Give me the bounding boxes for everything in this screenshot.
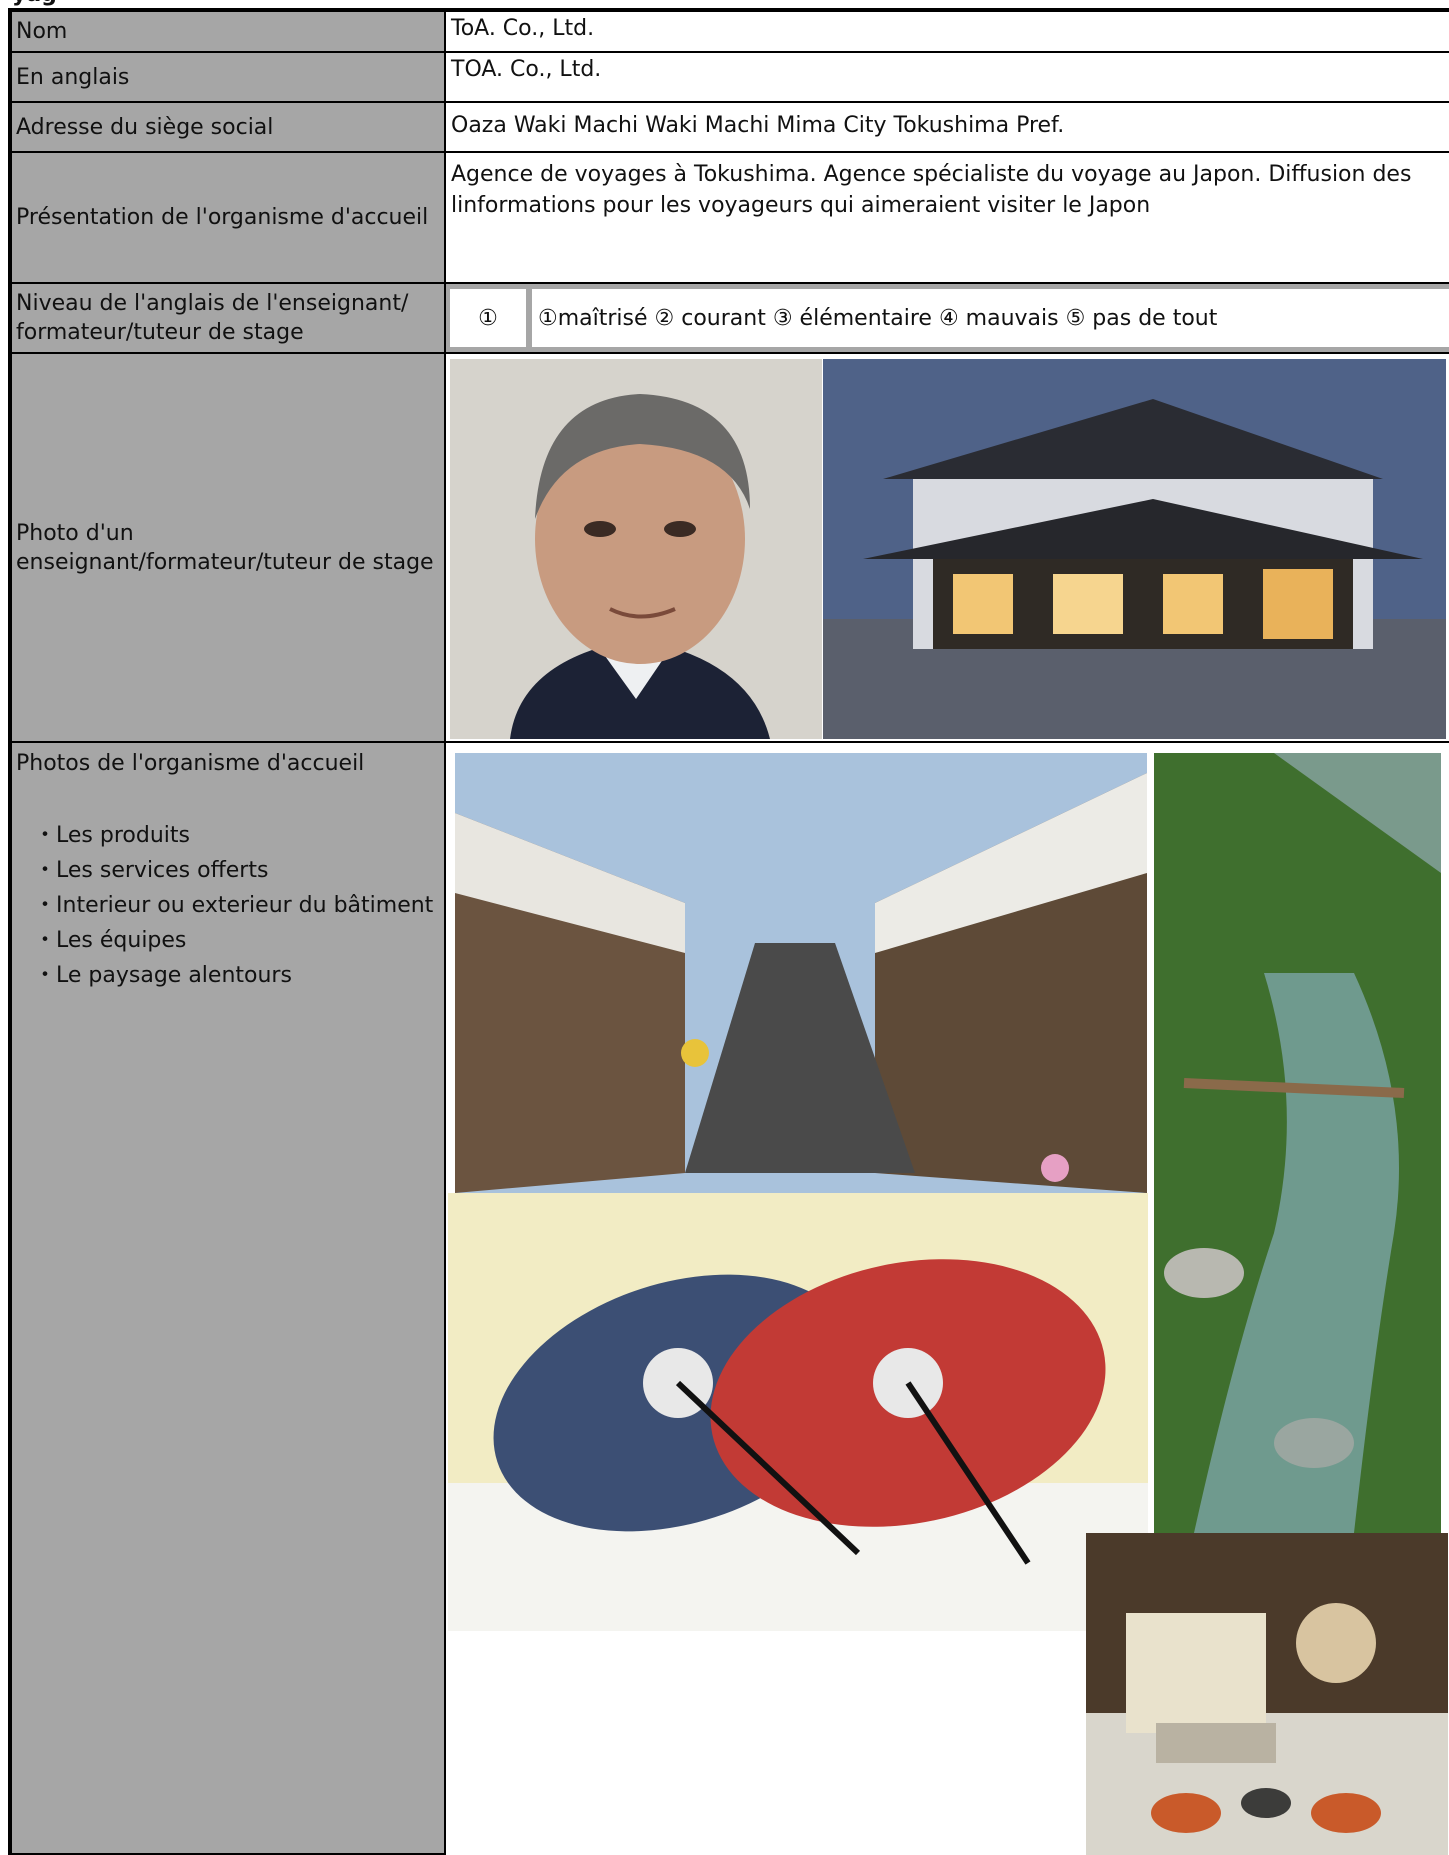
value-photo-tuteur: [446, 354, 1449, 743]
interior-photo: [1086, 1533, 1448, 1855]
list-item: Les équipes: [34, 923, 433, 958]
value-en-anglais: TOA. Co., Ltd.: [446, 53, 1449, 103]
label-photos-organisme: Photos de l'organisme d'accueil Les prod…: [12, 743, 446, 1855]
list-item: Les produits: [34, 818, 433, 853]
label-adresse: Adresse du siège social: [12, 103, 446, 153]
umbrellas-photo: [448, 1193, 1148, 1631]
building-night-photo: [823, 359, 1446, 739]
photos-organisme-list: Les produits Les services offerts Interi…: [34, 818, 433, 993]
street-photo: [455, 753, 1147, 1193]
section-heading-fragment: yag: [12, 0, 57, 6]
value-nom: ToA. Co., Ltd.: [446, 12, 1449, 53]
gorge-bridge-photo: [1154, 753, 1441, 1533]
value-presentation: Agence de voyages à Tokushima. Agence sp…: [446, 153, 1449, 284]
english-level-field: ① ①maîtrisé ② courant ③ élémentaire ④ ma…: [446, 284, 1449, 354]
label-en-anglais: En anglais: [12, 53, 446, 103]
label-nom: Nom: [12, 12, 446, 53]
value-adresse: Oaza Waki Machi Waki Machi Mima City Tok…: [446, 103, 1449, 153]
list-item: Le paysage alentours: [34, 958, 433, 993]
list-item: Les services offerts: [34, 853, 433, 888]
page: yag Nom ToA. Co., Ltd. En anglais TOA. C…: [0, 0, 1449, 1855]
english-level-options: ①maîtrisé ② courant ③ élémentaire ④ mauv…: [532, 289, 1449, 347]
list-item: Interieur ou exterieur du bâtiment: [34, 888, 433, 923]
portrait-photo: [450, 359, 822, 739]
photos-organisme-title: Photos de l'organisme d'accueil: [16, 751, 365, 776]
english-level-selected[interactable]: ①: [450, 289, 526, 347]
label-photo-tuteur: Photo d'un enseignant/formateur/tuteur d…: [12, 354, 446, 743]
label-presentation: Présentation de l'organisme d'accueil: [12, 153, 446, 284]
label-niveau-anglais: Niveau de l'anglais de l'enseignant/ for…: [12, 284, 446, 354]
value-photos-organisme: [446, 743, 1449, 1855]
